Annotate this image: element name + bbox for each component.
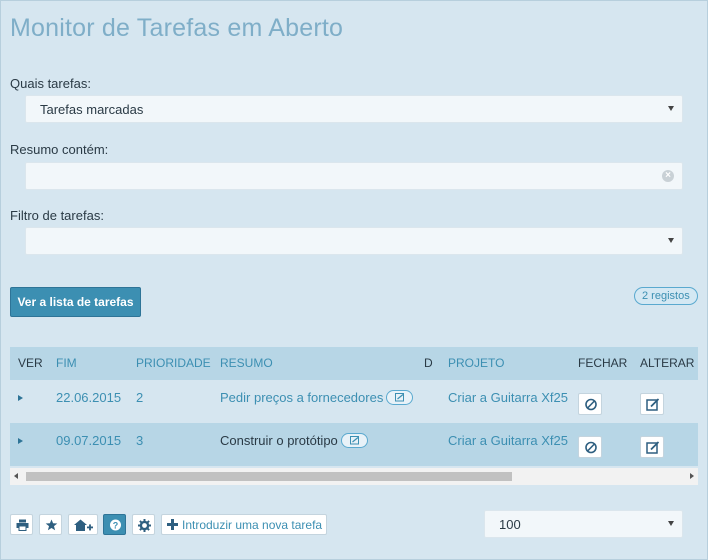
expand-row-icon[interactable] [18, 438, 23, 444]
page-size-value: 100 [499, 517, 521, 532]
cell-projeto[interactable]: Criar a Guitarra Xf25 [448, 390, 568, 405]
cell-fim: 09.07.2015 [56, 433, 122, 448]
records-count-badge: 2 registos [634, 287, 698, 305]
table-header: VER FIM PRIORIDADE RESUMO D PROJETO FECH… [10, 347, 698, 380]
task-summary-link[interactable]: Construir o protótipo [220, 433, 338, 448]
help-button[interactable]: ? [103, 514, 126, 535]
tasks-table: VER FIM PRIORIDADE RESUMO D PROJETO FECH… [10, 347, 698, 485]
scrollbar-thumb[interactable] [26, 472, 512, 481]
chevron-down-icon [668, 238, 674, 243]
col-fechar: FECHAR [578, 356, 628, 370]
new-task-button[interactable]: Introduzir uma nova tarefa [161, 514, 327, 535]
settings-button[interactable] [132, 514, 155, 535]
home-add-button[interactable] [68, 514, 98, 535]
col-ver[interactable]: VER [18, 356, 43, 370]
svg-text:?: ? [113, 520, 119, 530]
inline-edit-icon[interactable] [386, 390, 414, 406]
task-filter-select[interactable] [25, 227, 683, 255]
cell-resumo: Pedir preços a fornecedores [220, 390, 414, 406]
col-projeto[interactable]: PROJETO [448, 356, 504, 370]
new-task-label: Introduzir uma nova tarefa [182, 518, 323, 532]
plus-icon [167, 519, 178, 530]
home-plus-icon [74, 519, 93, 531]
col-fim[interactable]: FIM [56, 356, 77, 370]
edit-icon [646, 441, 660, 454]
table-row: 09.07.2015 3 Construir o protótipo Criar… [10, 423, 698, 466]
scroll-right-icon[interactable] [690, 473, 694, 479]
block-icon [585, 441, 597, 454]
block-icon [585, 398, 597, 411]
table-row: 22.06.2015 2 Pedir preços a fornecedores… [10, 380, 698, 423]
star-icon [45, 519, 58, 531]
summary-label: Resumo contém: [10, 142, 109, 157]
horizontal-scrollbar[interactable] [10, 468, 698, 485]
col-resumo[interactable]: RESUMO [220, 356, 273, 370]
view-task-list-button[interactable]: Ver a lista de tarefas [10, 287, 141, 317]
close-task-button[interactable] [578, 393, 602, 415]
summary-input[interactable]: × [25, 162, 683, 190]
col-d[interactable]: D [424, 356, 433, 370]
edit-task-button[interactable] [640, 393, 664, 415]
which-tasks-select[interactable]: Tarefas marcadas [25, 95, 683, 123]
cell-prioridade: 2 [136, 390, 144, 405]
page-size-select[interactable]: 100 [484, 510, 683, 538]
task-filter-label: Filtro de tarefas: [10, 208, 104, 223]
edit-icon [646, 398, 660, 411]
cell-resumo: Construir o protótipo [220, 433, 368, 449]
col-prioridade[interactable]: PRIORIDADE [136, 356, 211, 370]
scroll-left-icon[interactable] [14, 473, 18, 479]
inline-edit-icon[interactable] [340, 433, 368, 449]
cell-fim: 22.06.2015 [56, 390, 122, 405]
expand-row-icon[interactable] [18, 395, 23, 401]
task-summary-link[interactable]: Pedir preços a fornecedores [220, 390, 383, 405]
print-icon [16, 519, 29, 531]
which-tasks-label: Quais tarefas: [10, 76, 91, 91]
close-task-button[interactable] [578, 436, 602, 458]
cell-projeto[interactable]: Criar a Guitarra Xf25 [448, 433, 568, 448]
which-tasks-value: Tarefas marcadas [40, 102, 144, 117]
edit-task-button[interactable] [640, 436, 664, 458]
page-title: Monitor de Tarefas em Aberto [10, 14, 344, 42]
chevron-down-icon [668, 106, 674, 111]
gear-icon [138, 519, 151, 532]
chevron-down-icon [668, 521, 674, 526]
help-icon: ? [110, 519, 121, 531]
col-alterar: ALTERAR [640, 356, 695, 370]
cell-prioridade: 3 [136, 433, 144, 448]
favorite-button[interactable] [39, 514, 62, 535]
print-button[interactable] [10, 514, 33, 535]
clear-icon[interactable]: × [662, 170, 674, 182]
